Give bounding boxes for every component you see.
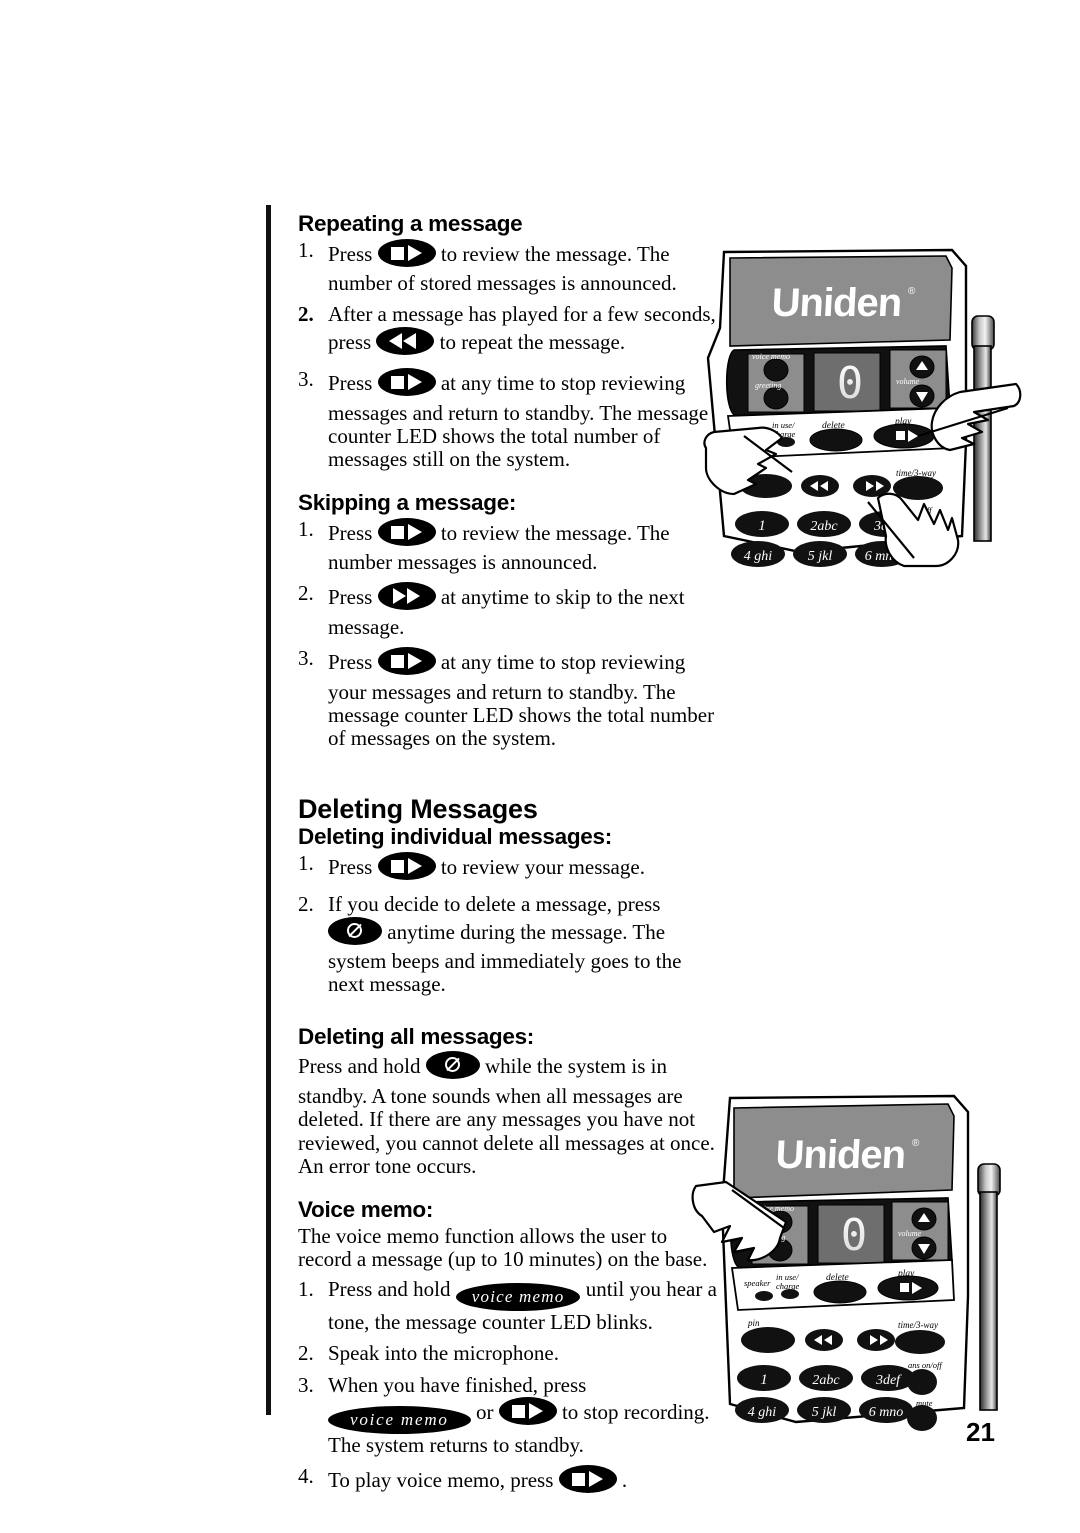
keypad-4: 4 ghi bbox=[748, 1405, 777, 1420]
page-number: 21 bbox=[966, 1417, 995, 1447]
heading-repeating-a-message: Repeating a message bbox=[298, 211, 523, 236]
keypad-1: 1 bbox=[758, 518, 766, 534]
keypad-2: 2abc bbox=[812, 1373, 840, 1388]
step-number: 4. bbox=[298, 1464, 314, 1489]
step-number: 1. bbox=[298, 850, 314, 875]
text-column: Repeating a message 1. Press to review t… bbox=[298, 212, 718, 1507]
list-item: 2. Speak into the microphone. bbox=[298, 1341, 718, 1366]
heading-deleting-all-messages: Deleting all messages: bbox=[298, 1023, 535, 1049]
heading-voice-memo: Voice memo: bbox=[298, 1197, 434, 1223]
play-stop-icon[interactable] bbox=[377, 517, 436, 551]
steps-skipping: 1. Press to review the message. The numb… bbox=[298, 516, 718, 751]
step-text: Press at any time to stop reviewing mess… bbox=[328, 368, 708, 471]
svg-text:®: ® bbox=[912, 1138, 920, 1149]
play-stop-icon[interactable] bbox=[498, 1397, 557, 1430]
delete-icon[interactable] bbox=[328, 916, 382, 950]
steps-voice-memo: 1. Press and hold voice memo until you h… bbox=[298, 1276, 718, 1499]
step-text: Press to review your message. bbox=[328, 851, 645, 880]
heading-deleting-individual-messages: Deleting individual messages: bbox=[298, 824, 612, 850]
step-number: 2. bbox=[298, 892, 314, 917]
play-stop-icon[interactable] bbox=[377, 368, 436, 401]
step-text: After a message has played for a few sec… bbox=[328, 302, 716, 355]
forward-icon[interactable] bbox=[377, 582, 436, 615]
step-text: Press to review the message. The number … bbox=[328, 238, 677, 295]
list-item: 1. Press to review the message. The numb… bbox=[298, 237, 718, 296]
steps-deleting-individual: 1. Press to review your message. 2. If y… bbox=[298, 850, 718, 997]
list-item: 2. If you decide to delete a message, pr… bbox=[298, 892, 718, 997]
step-number: 3. bbox=[298, 646, 314, 671]
brand-logo: Uniden ® bbox=[771, 281, 916, 325]
brand-logo: Uniden ® bbox=[774, 1133, 920, 1177]
antenna bbox=[977, 1163, 1001, 1411]
list-item: 3. When you have finished, press voice m… bbox=[298, 1372, 718, 1458]
step-number: 3. bbox=[298, 1372, 314, 1397]
display-counter: 0 bbox=[841, 1210, 868, 1261]
step-number: 2. bbox=[298, 1341, 314, 1366]
step-number: 1. bbox=[298, 237, 314, 262]
label-voice-memo: voice memo bbox=[752, 352, 790, 361]
heading-deleting-messages: Deleting Messages bbox=[298, 793, 538, 824]
svg-text:Uniden: Uniden bbox=[771, 281, 903, 325]
label-greeting: greeting bbox=[755, 381, 781, 390]
label-time-3way: time/3-way bbox=[898, 1320, 938, 1330]
step-number: 1. bbox=[298, 1276, 314, 1301]
list-item: 2. Press at anytime to skip to the next … bbox=[298, 581, 718, 639]
heading-skipping-a-message: Skipping a message: bbox=[298, 489, 517, 515]
label-volume: volume bbox=[898, 1229, 922, 1238]
svg-text:®: ® bbox=[908, 286, 916, 297]
list-item: 2. After a message has played for a few … bbox=[298, 303, 718, 360]
keypad-2: 2abc bbox=[810, 519, 838, 534]
step-text: Press and hold voice memo until you hear… bbox=[328, 1276, 717, 1334]
label-pin: pin bbox=[747, 1318, 760, 1328]
play-stop-icon[interactable] bbox=[377, 851, 436, 885]
label-speaker: speaker bbox=[744, 1278, 771, 1288]
keypad-3: 3def bbox=[875, 1373, 902, 1388]
voice-memo-label: voice memo bbox=[328, 1406, 471, 1435]
keypad-5: 5 jkl bbox=[812, 1405, 837, 1420]
step-text: To play voice memo, press . bbox=[328, 1465, 627, 1494]
keypad-6: 6 mno bbox=[869, 1405, 904, 1420]
svg-text:Uniden: Uniden bbox=[774, 1133, 906, 1177]
keypad-4: 4 ghi bbox=[744, 549, 773, 564]
manual-page: Repeating a message 1. Press to review t… bbox=[0, 0, 1080, 1533]
list-item: 1. Press and hold voice memo until you h… bbox=[298, 1276, 718, 1334]
steps-repeating: 1. Press to review the message. The numb… bbox=[298, 237, 718, 472]
paragraph-voice-memo-intro: The voice memo function allows the user … bbox=[298, 1224, 708, 1272]
list-item: 1. Press to review your message. bbox=[298, 850, 718, 885]
illustration-base-unit-skip: Uniden ® voice memo greeting 0 volume sp… bbox=[700, 236, 1030, 586]
list-item: 3. Press at any time to stop reviewing m… bbox=[298, 367, 718, 472]
play-stop-icon[interactable] bbox=[377, 647, 436, 680]
list-item: 3. Press at any time to stop reviewing y… bbox=[298, 646, 718, 751]
step-number: 3. bbox=[298, 367, 314, 392]
list-item: 1. Press to review the message. The numb… bbox=[298, 516, 718, 575]
voice-memo-icon[interactable]: voice memo bbox=[455, 1282, 581, 1311]
rewind-icon[interactable] bbox=[376, 326, 435, 360]
step-text: Press at anytime to skip to the next mes… bbox=[328, 582, 685, 639]
voice-memo-icon[interactable]: voice memo bbox=[328, 1406, 471, 1435]
step-number: 2. bbox=[298, 302, 314, 327]
label-ans-onoff: ans on/off bbox=[908, 1360, 943, 1370]
step-text: Press to review the message. The number … bbox=[328, 517, 670, 574]
delete-icon[interactable] bbox=[425, 1051, 480, 1084]
step-text: Speak into the microphone. bbox=[328, 1341, 559, 1366]
column-rule bbox=[266, 205, 271, 1415]
keypad-1: 1 bbox=[760, 1372, 768, 1388]
paragraph-deleting-all: Press and hold while the system is in st… bbox=[298, 1051, 718, 1178]
keypad-5: 5 jkl bbox=[808, 549, 833, 564]
list-item: 4. To play voice memo, press . bbox=[298, 1465, 718, 1498]
step-number: 2. bbox=[298, 581, 314, 606]
label-volume: volume bbox=[896, 377, 920, 386]
voice-memo-label: voice memo bbox=[455, 1282, 581, 1311]
illustration-base-unit-voice-memo: Uniden ® voice memo greeting 0 volume sp… bbox=[686, 1086, 1036, 1436]
display-counter: 0 bbox=[837, 358, 864, 409]
step-text: If you decide to delete a message, press… bbox=[328, 892, 682, 997]
play-stop-icon[interactable] bbox=[377, 238, 436, 272]
step-number: 1. bbox=[298, 516, 314, 541]
play-stop-icon[interactable] bbox=[558, 1465, 617, 1498]
step-text: When you have finished, press voice memo… bbox=[328, 1372, 710, 1458]
step-text: Press at any time to stop reviewing your… bbox=[328, 647, 714, 750]
